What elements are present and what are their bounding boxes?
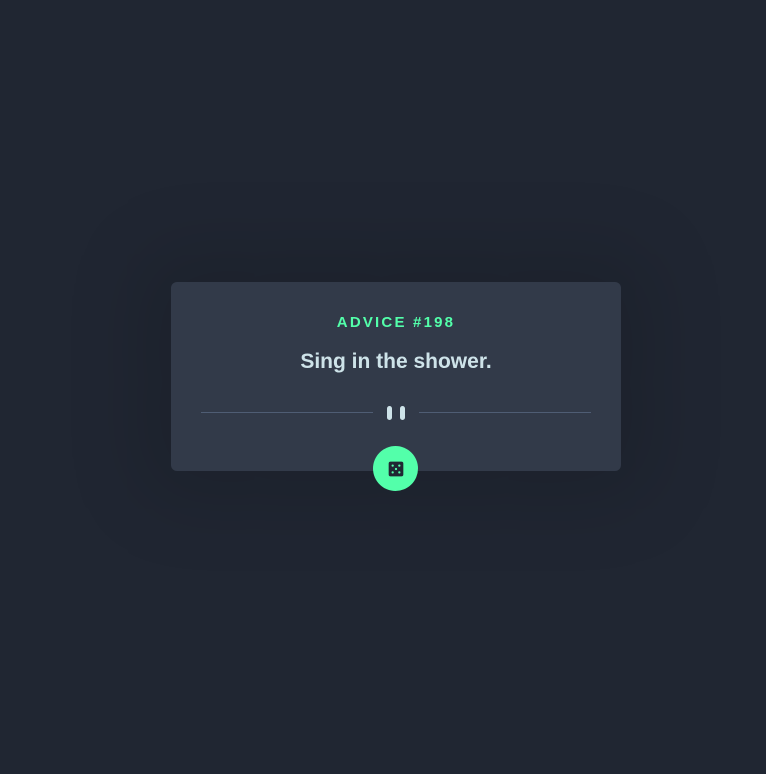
pattern-divider	[201, 406, 591, 420]
divider-line-right	[419, 412, 591, 413]
pause-icon	[387, 406, 405, 420]
pause-bar-left	[387, 406, 392, 420]
dice-icon	[388, 461, 403, 476]
divider-line-left	[201, 412, 373, 413]
advice-id: ADVICE #198	[336, 314, 456, 331]
new-advice-button[interactable]	[373, 446, 418, 491]
advice-card: ADVICE #198 Sing in the shower.	[171, 282, 621, 471]
pause-bar-right	[400, 406, 405, 420]
advice-text: Sing in the shower.	[300, 350, 492, 373]
